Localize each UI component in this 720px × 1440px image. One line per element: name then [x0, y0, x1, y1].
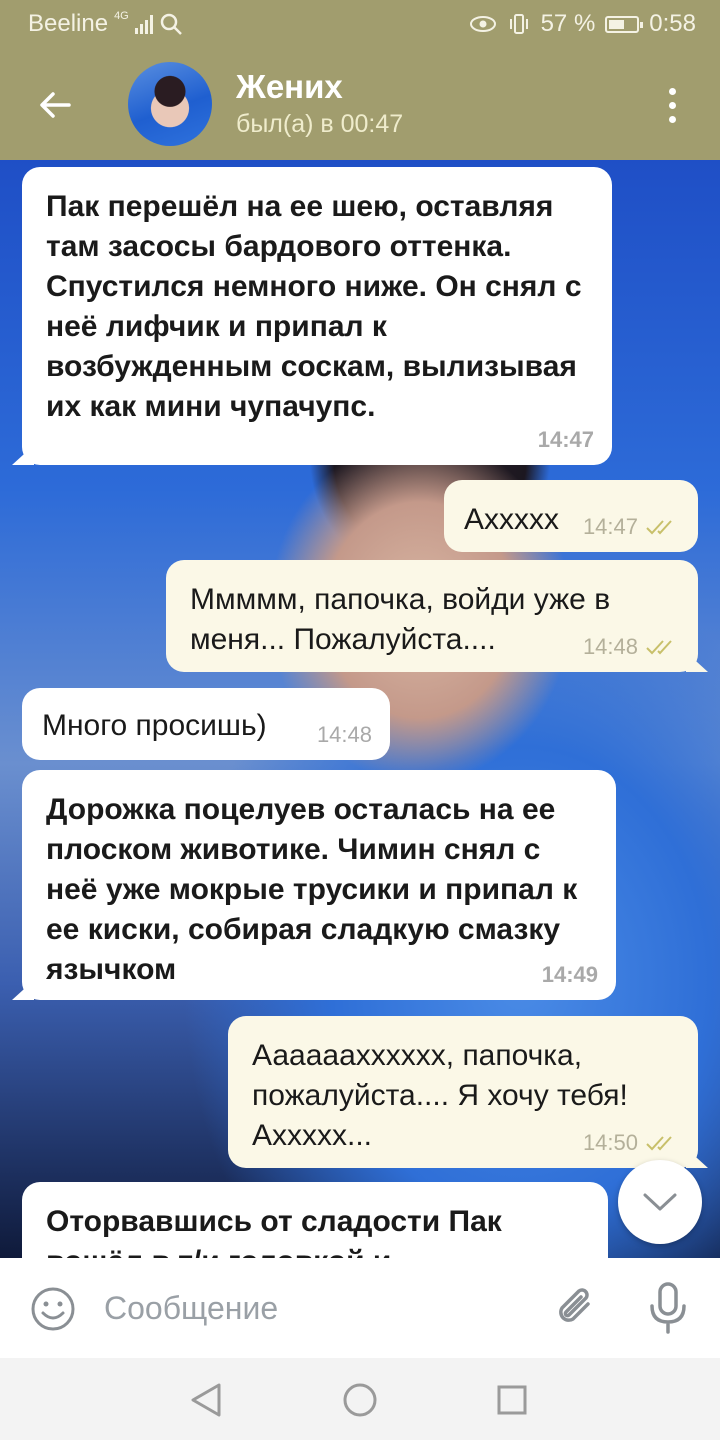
bubble-tail — [12, 980, 34, 1000]
chat-area[interactable]: Пак перешёл на ее шею, оставляя там засо… — [0, 160, 720, 1258]
message-time: 14:49 — [541, 962, 598, 987]
back-button[interactable] — [28, 78, 82, 132]
nav-recents-button[interactable] — [490, 1378, 534, 1422]
message-bubble[interactable]: Пак перешёл на ее шею, оставляя там засо… — [12, 167, 612, 465]
bubble-tail — [686, 1148, 708, 1168]
message-text: Оторвавшись от сладости Пак вошёл в т/и … — [46, 1205, 502, 1258]
vibrate-icon — [509, 14, 528, 34]
chevron-down-icon — [643, 1193, 677, 1211]
bubble-tail — [686, 652, 708, 672]
paperclip-icon — [559, 1288, 590, 1322]
message-text: Дорожка поцелуев осталась на ее плоском … — [46, 793, 578, 986]
last-seen-status: был(а) в 00:47 — [236, 110, 404, 138]
double-check-icon — [646, 640, 672, 655]
double-check-icon — [646, 520, 672, 535]
message-meta: 14:50 — [583, 1132, 680, 1154]
chat-header: Жених был(а) в 00:47 — [0, 48, 720, 160]
eye-icon — [469, 16, 496, 32]
system-nav-bar — [0, 1358, 720, 1440]
message-time: 14:47 — [582, 514, 638, 539]
network-type: 4G — [114, 10, 129, 22]
message-input[interactable] — [104, 1280, 524, 1336]
voice-message-button[interactable] — [646, 1280, 690, 1336]
contact-name[interactable]: Жених — [236, 68, 343, 106]
message-meta: 14:48 — [583, 636, 680, 658]
microphone-icon — [650, 1282, 686, 1334]
smile-icon — [31, 1287, 75, 1331]
message-composer — [0, 1258, 720, 1358]
carrier-name: Beeline — [28, 10, 109, 37]
message-bubble[interactable]: Ахххxx 14:47 — [444, 480, 698, 552]
message-bubble[interactable]: Дорожка поцелуев осталась на ее плоском … — [12, 770, 616, 1000]
message-bubble[interactable]: Ааааааxxxxxx, папочка, пожалуйста.... Я … — [228, 1016, 708, 1168]
scroll-down-button[interactable] — [618, 1160, 702, 1244]
message-bubble[interactable]: Ммммм, папочка, войди уже в меня... Пожа… — [166, 560, 708, 672]
search-icon — [160, 13, 182, 35]
message-bubble[interactable]: Много просишь) 14:48 — [22, 688, 390, 760]
triangle-back-icon — [191, 1383, 221, 1417]
message-time: 14:50 — [582, 1130, 638, 1155]
battery-icon — [605, 15, 644, 33]
nav-back-button[interactable] — [184, 1378, 228, 1422]
message-meta: 14:49 — [542, 964, 598, 986]
signal-icon — [134, 14, 153, 34]
circle-home-icon — [343, 1383, 377, 1417]
message-meta: 14:47 — [583, 516, 680, 538]
battery-fill — [609, 19, 625, 29]
message-time: 14:48 — [316, 722, 372, 747]
battery-percent: 57 % — [540, 10, 596, 37]
double-check-icon — [646, 1136, 672, 1151]
attach-button[interactable] — [552, 1284, 600, 1332]
square-recents-icon — [497, 1385, 527, 1415]
clock: 0:58 — [649, 10, 696, 37]
back-arrow-icon — [40, 92, 71, 118]
message-time: 14:48 — [582, 634, 638, 659]
avatar[interactable] — [128, 62, 212, 146]
emoji-button[interactable] — [30, 1286, 76, 1332]
bubble-tail — [12, 445, 34, 465]
more-vert-icon — [668, 87, 676, 123]
message-meta: 14:47 — [538, 429, 594, 451]
status-bar: Beeline 4G 57 % 0:58 — [0, 0, 720, 48]
more-options-button[interactable] — [652, 78, 692, 132]
message-text: Пак перешёл на ее шею, оставляя там засо… — [46, 190, 582, 423]
message-bubble[interactable]: Оторвавшись от сладости Пак вошёл в т/и … — [22, 1182, 608, 1258]
nav-home-button[interactable] — [338, 1378, 382, 1422]
message-meta: 14:48 — [317, 724, 372, 746]
message-time: 14:47 — [537, 427, 594, 452]
